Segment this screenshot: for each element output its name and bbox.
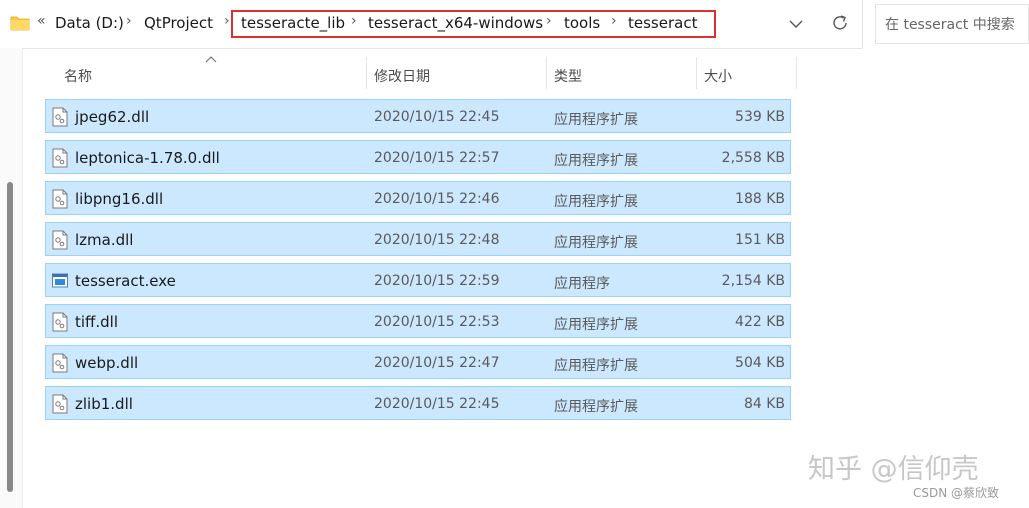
file-name: webp.dll	[75, 354, 139, 372]
folder-icon	[10, 16, 30, 31]
file-name: tiff.dll	[75, 313, 119, 331]
file-size: 539 KB	[735, 109, 785, 125]
column-divider[interactable]	[796, 57, 797, 89]
file-type: 应用程序扩展	[554, 112, 638, 128]
file-row[interactable]: lzma.dll 2020/10/15 22:48 应用程序扩展 151 KB	[45, 222, 791, 256]
file-size: 2,154 KB	[721, 273, 785, 289]
file-type: 应用程序扩展	[554, 317, 638, 333]
toolbar-divider	[862, 0, 863, 48]
file-modified-date: 2020/10/15 22:47	[374, 355, 500, 371]
file-type: 应用程序扩展	[554, 153, 638, 169]
file-modified-date: 2020/10/15 22:46	[374, 191, 500, 207]
file-name: jpeg62.dll	[75, 108, 150, 126]
exe-file-icon	[52, 273, 68, 288]
file-size: 504 KB	[735, 355, 785, 371]
file-row[interactable]: zlib1.dll 2020/10/15 22:45 应用程序扩展 84 KB	[45, 386, 791, 420]
dll-file-icon	[52, 312, 68, 332]
path-highlight-annotation	[231, 10, 716, 38]
breadcrumb-item-qtproject[interactable]: QtProject	[144, 14, 213, 32]
file-row[interactable]: tesseract.exe 2020/10/15 22:59 应用程序 2,15…	[45, 263, 791, 297]
column-divider[interactable]	[696, 57, 697, 89]
file-row[interactable]: leptonica-1.78.0.dll 2020/10/15 22:57 应用…	[45, 140, 791, 174]
file-name: lzma.dll	[75, 231, 134, 249]
file-type: 应用程序扩展	[554, 399, 638, 415]
scrollbar-thumb[interactable]	[7, 182, 13, 492]
column-header-size[interactable]: 大小	[704, 66, 732, 86]
watermark-csdn: CSDN @蔡欣致	[913, 486, 1000, 500]
file-row[interactable]: tiff.dll 2020/10/15 22:53 应用程序扩展 422 KB	[45, 304, 791, 338]
file-name: leptonica-1.78.0.dll	[75, 149, 220, 167]
refresh-icon[interactable]	[829, 12, 851, 34]
file-size: 422 KB	[735, 314, 785, 330]
column-header-type[interactable]: 类型	[554, 66, 582, 86]
dll-file-icon	[52, 353, 68, 373]
address-bar[interactable]: « Data (D:) › QtProject › tesseracte_lib…	[0, 0, 862, 49]
file-type: 应用程序扩展	[554, 194, 638, 210]
column-divider[interactable]	[546, 57, 547, 89]
file-size: 84 KB	[743, 396, 785, 412]
file-name: libpng16.dll	[75, 190, 164, 208]
file-row[interactable]: webp.dll 2020/10/15 22:47 应用程序扩展 504 KB	[45, 345, 791, 379]
search-input[interactable]: 在 tesseract 中搜索	[875, 4, 1029, 44]
file-modified-date: 2020/10/15 22:48	[374, 232, 500, 248]
breadcrumb-separator-icon[interactable]: ›	[224, 13, 230, 29]
breadcrumb-separator-icon[interactable]: ›	[126, 13, 132, 29]
file-type: 应用程序扩展	[554, 358, 638, 374]
dll-file-icon	[52, 394, 68, 414]
dll-file-icon	[52, 230, 68, 250]
breadcrumb-item-data-drive[interactable]: Data (D:)	[55, 14, 124, 32]
file-size: 188 KB	[735, 191, 785, 207]
file-modified-date: 2020/10/15 22:59	[374, 273, 500, 289]
column-header-date[interactable]: 修改日期	[374, 66, 430, 86]
dll-file-icon	[52, 148, 68, 168]
file-modified-date: 2020/10/15 22:45	[374, 109, 500, 125]
navigation-pane[interactable]	[0, 48, 23, 508]
file-modified-date: 2020/10/15 22:53	[374, 314, 500, 330]
file-modified-date: 2020/10/15 22:57	[374, 150, 500, 166]
dll-file-icon	[52, 189, 68, 209]
sort-ascending-icon	[205, 56, 217, 63]
column-divider[interactable]	[366, 57, 367, 89]
file-size: 2,558 KB	[721, 150, 785, 166]
file-type: 应用程序扩展	[554, 235, 638, 251]
dll-file-icon	[52, 107, 68, 127]
breadcrumb-overflow-icon[interactable]: «	[37, 13, 46, 29]
file-modified-date: 2020/10/15 22:45	[374, 396, 500, 412]
file-name: zlib1.dll	[75, 395, 133, 413]
file-size: 151 KB	[735, 232, 785, 248]
file-name: tesseract.exe	[75, 272, 176, 290]
column-header-name[interactable]: 名称	[64, 66, 92, 86]
file-row[interactable]: jpeg62.dll 2020/10/15 22:45 应用程序扩展 539 K…	[45, 99, 791, 133]
chevron-down-icon[interactable]	[786, 14, 806, 34]
file-row[interactable]: libpng16.dll 2020/10/15 22:46 应用程序扩展 188…	[45, 181, 791, 215]
file-type: 应用程序	[554, 276, 610, 292]
watermark-zhihu: 知乎 @信仰壳	[808, 454, 979, 485]
